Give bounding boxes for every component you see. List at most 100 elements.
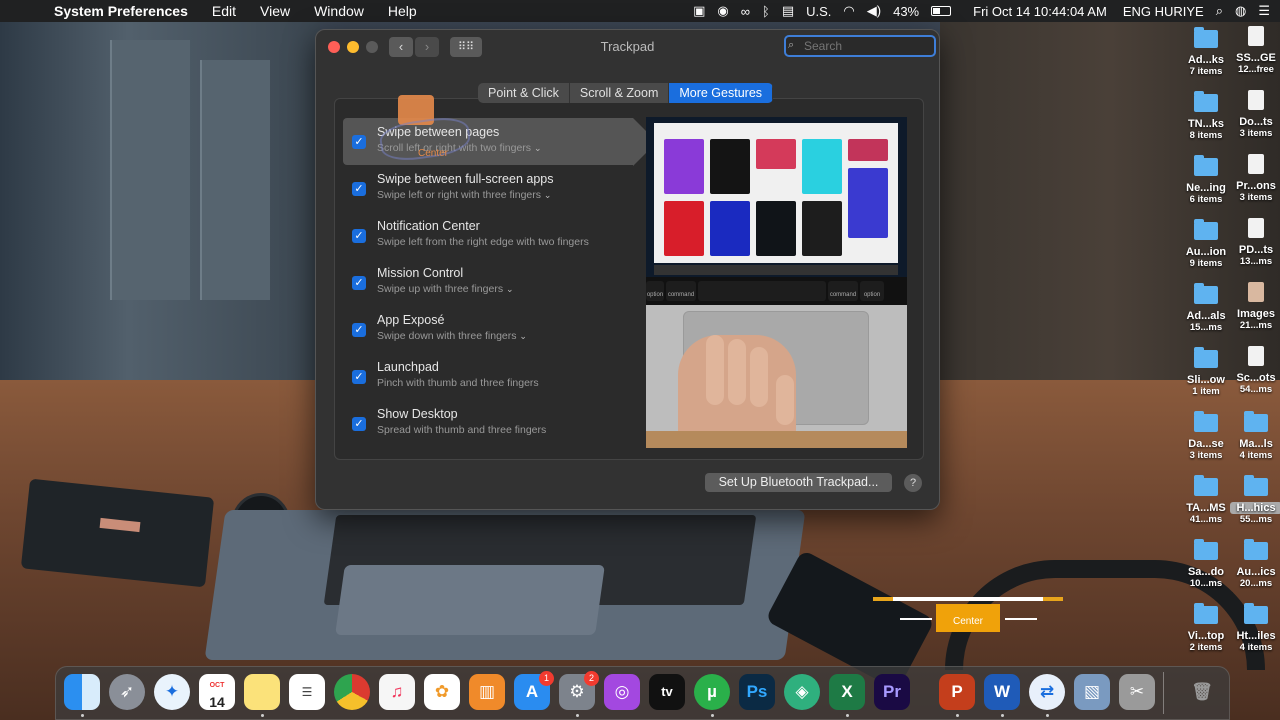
checkbox[interactable]: ✓ xyxy=(352,229,366,243)
gesture-option-popup[interactable]: Swipe left or right with three fingers ⌄ xyxy=(377,189,633,201)
menu-edit[interactable]: Edit xyxy=(212,3,236,19)
finder-icon[interactable] xyxy=(64,674,100,710)
checkbox[interactable]: ✓ xyxy=(352,323,366,337)
disk-icon xyxy=(1248,26,1264,46)
tab-more-gestures[interactable]: More Gestures xyxy=(669,83,774,103)
app-menu[interactable]: System Preferences xyxy=(54,3,188,19)
folder-icon xyxy=(1194,603,1218,624)
surfshark-icon[interactable]: ◈ xyxy=(784,674,820,710)
desktop-item[interactable]: TA...MS 41...ms xyxy=(1180,475,1232,525)
preview-artwork xyxy=(848,139,888,161)
desktop-item-count: 12...free xyxy=(1238,64,1274,75)
document-icon xyxy=(1248,90,1264,110)
setup-bluetooth-trackpad-button[interactable]: Set Up Bluetooth Trackpad... xyxy=(705,473,892,492)
trash-icon[interactable]: 🗑 xyxy=(1184,674,1220,710)
desktop-item[interactable]: Vi...top 2 items xyxy=(1180,603,1232,653)
creative-cloud-icon[interactable]: ∞ xyxy=(741,4,750,19)
powerpoint-icon[interactable]: P xyxy=(939,674,975,710)
word-icon[interactable]: W xyxy=(984,674,1020,710)
gesture-row[interactable]: ✓ Swipe between full-screen apps Swipe l… xyxy=(343,165,633,212)
gesture-row[interactable]: ✓ Notification Center Swipe left from th… xyxy=(343,212,633,259)
desktop-item[interactable]: Da...se 3 items xyxy=(1180,411,1232,461)
screenshot-icon[interactable]: ✂ xyxy=(1119,674,1155,710)
desktop-item[interactable]: SS...GE 12...free xyxy=(1230,26,1280,75)
desktop-item[interactable]: Ma...ls 4 items xyxy=(1230,411,1280,461)
checkbox[interactable]: ✓ xyxy=(352,276,366,290)
reminders-icon[interactable]: ☰ xyxy=(289,674,325,710)
teamviewer-icon[interactable]: ⇄ xyxy=(1029,674,1065,710)
battery-percent[interactable]: 43% xyxy=(893,4,919,19)
tab-scroll-zoom[interactable]: Scroll & Zoom xyxy=(570,83,670,103)
desktop-item[interactable]: Do...ts 3 items xyxy=(1230,90,1280,139)
input-source-label[interactable]: U.S. xyxy=(806,4,831,19)
siri-icon[interactable]: ◍ xyxy=(1235,3,1246,19)
chevron-down-icon: ⌄ xyxy=(519,331,527,341)
desktop-item[interactable]: TN...ks 8 items xyxy=(1180,91,1232,141)
user-name[interactable]: ENG HURIYE xyxy=(1123,4,1204,19)
gesture-row[interactable]: ✓ Launchpad Pinch with thumb and three f… xyxy=(343,353,633,400)
gesture-option-popup[interactable]: Swipe up with three fingers ⌄ xyxy=(377,283,633,295)
screen-record-icon[interactable]: ◉ xyxy=(717,3,728,19)
tab-point-click[interactable]: Point & Click xyxy=(478,83,570,103)
notification-center-icon[interactable]: ☰ xyxy=(1258,3,1270,19)
checkbox[interactable]: ✓ xyxy=(352,370,366,384)
help-button[interactable]: ? xyxy=(904,474,922,492)
desktop-item[interactable]: Ad...ks 7 items xyxy=(1180,27,1232,77)
camera-icon[interactable]: ▣ xyxy=(693,3,705,19)
checkbox[interactable]: ✓ xyxy=(352,182,366,196)
desktop-item-count: 13...ms xyxy=(1239,256,1273,267)
desktop-item[interactable]: Pr...ons 3 items xyxy=(1230,154,1280,203)
desktop-item[interactable]: Ne...ing 6 items xyxy=(1180,155,1232,205)
title-bar[interactable]: ‹ › ⠿⠿ Trackpad ⌕ xyxy=(316,30,939,64)
desktop-item-name: Pr...ons xyxy=(1236,180,1276,192)
apple-tv-icon[interactable]: tv xyxy=(649,674,685,710)
desktop-item[interactable]: Ad...als 15...ms xyxy=(1180,283,1232,333)
desktop-item[interactable]: Sli...ow 1 item xyxy=(1180,347,1232,397)
launchpad-icon[interactable]: ➶ xyxy=(109,674,145,710)
checkbox[interactable]: ✓ xyxy=(352,417,366,431)
photos-icon[interactable]: ✿ xyxy=(424,674,460,710)
calendar-month: OCT xyxy=(209,682,225,689)
spotlight-search-icon[interactable]: ⌕ xyxy=(1216,3,1223,19)
menu-help[interactable]: Help xyxy=(388,3,417,19)
gesture-option-popup[interactable]: Swipe down with three fingers ⌄ xyxy=(377,330,633,342)
checkbox[interactable]: ✓ xyxy=(352,135,366,149)
menu-window[interactable]: Window xyxy=(314,3,364,19)
banner-line xyxy=(900,618,932,620)
banner-bar xyxy=(873,597,1063,601)
safari-icon[interactable]: ✦ xyxy=(154,674,190,710)
wifi-icon[interactable]: ◠ xyxy=(843,3,854,19)
folder-icon xyxy=(1244,539,1268,560)
search-input[interactable] xyxy=(784,35,936,57)
desktop-item[interactable]: Sa...do 10...ms xyxy=(1180,539,1232,589)
clock[interactable]: Fri Oct 14 10:44:04 AM xyxy=(973,4,1107,19)
desktop-item[interactable]: PD...ts 13...ms xyxy=(1230,218,1280,267)
gesture-row[interactable]: ✓ Show Desktop Spread with thumb and thr… xyxy=(343,400,633,447)
notes-icon[interactable] xyxy=(244,674,280,710)
desktop-item[interactable]: H...hics 55...ms xyxy=(1230,475,1280,525)
podcasts-icon[interactable]: ◎ xyxy=(604,674,640,710)
desktop-item-count: 1 item xyxy=(1192,386,1220,397)
menu-view[interactable]: View xyxy=(260,3,290,19)
desktop-item[interactable]: Au...ics 20...ms xyxy=(1230,539,1280,589)
excel-icon[interactable]: X xyxy=(829,674,865,710)
photoshop-icon[interactable]: Ps xyxy=(739,674,775,710)
preview-icon[interactable]: ▧ xyxy=(1074,674,1110,710)
desktop-item[interactable]: Sc...ots 54...ms xyxy=(1230,346,1280,395)
gesture-row[interactable]: ✓ App Exposé Swipe down with three finge… xyxy=(343,306,633,353)
desktop-item[interactable]: Images 21...ms xyxy=(1230,282,1280,331)
utorrent-icon[interactable]: µ xyxy=(694,674,730,710)
books-icon[interactable]: ▥ xyxy=(469,674,505,710)
desktop-item[interactable]: Ht...iles 4 items xyxy=(1230,603,1280,653)
calendar-icon[interactable]: OCT 14 xyxy=(199,674,235,710)
gesture-subtitle: Swipe down with three fingers xyxy=(377,330,517,342)
battery-icon[interactable] xyxy=(931,6,952,16)
us-flag-icon[interactable]: ▤ xyxy=(782,3,794,19)
volume-icon[interactable]: ◀) xyxy=(867,3,881,19)
bluetooth-icon[interactable]: ᛒ xyxy=(762,4,770,19)
gesture-row[interactable]: ✓ Mission Control Swipe up with three fi… xyxy=(343,259,633,306)
premiere-pro-icon[interactable]: Pr xyxy=(874,674,910,710)
music-icon[interactable]: ♫ xyxy=(379,674,415,710)
desktop-item[interactable]: Au...ion 9 items xyxy=(1180,219,1232,269)
chrome-icon[interactable] xyxy=(334,674,370,710)
